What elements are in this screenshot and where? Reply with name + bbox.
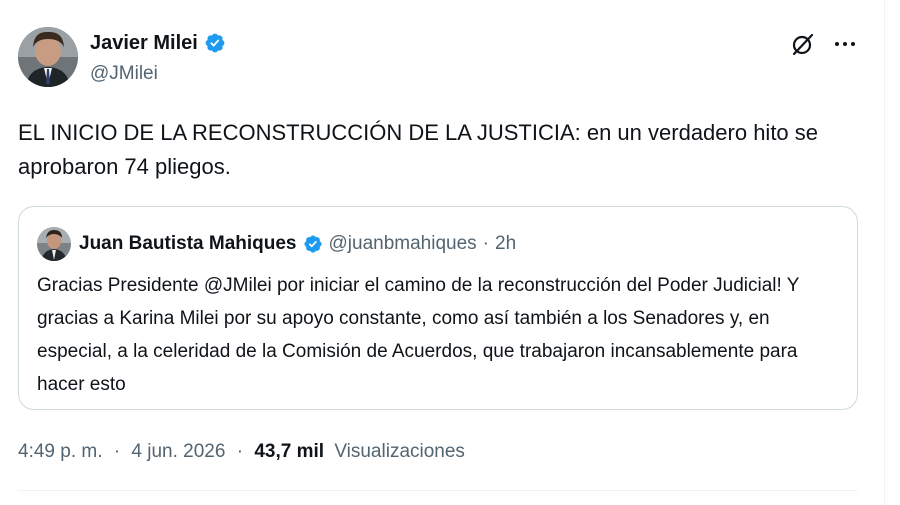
more-options-button[interactable] <box>830 30 860 58</box>
post-date[interactable]: 4 jun. 2026 <box>131 441 225 462</box>
post-time[interactable]: 4:49 p. m. <box>18 441 103 462</box>
verified-badge-icon <box>303 235 322 253</box>
meta-separator: · <box>236 441 244 462</box>
tweet-metadata: 4:49 p. m. · 4 jun. 2026 · 43,7 mil Visu… <box>18 438 465 466</box>
quoted-tweet-text: Gracias Presidente @JMilei por iniciar e… <box>37 275 800 395</box>
grok-icon <box>792 33 814 56</box>
quoted-timestamp[interactable]: 2h <box>495 233 516 255</box>
verified-badge-icon <box>205 33 225 53</box>
author-name[interactable]: Javier Milei <box>90 30 198 56</box>
more-icon <box>835 42 855 46</box>
column-divider <box>884 0 885 505</box>
quoted-header: Juan Bautista Mahiques @juanbmahiques · … <box>79 229 516 259</box>
views-count[interactable]: 43,7 mil <box>254 441 324 462</box>
quoted-author-photo <box>37 227 71 261</box>
tweet-detail: Javier Milei @JMilei EL INICIO DE LA REC… <box>0 0 900 505</box>
quoted-tweet[interactable]: Juan Bautista Mahiques @juanbmahiques · … <box>18 206 858 410</box>
grok-button[interactable] <box>789 30 817 58</box>
author-name-row[interactable]: Javier Milei <box>90 30 226 56</box>
author-handle[interactable]: @JMilei <box>90 62 158 86</box>
quoted-separator: · <box>482 233 489 254</box>
author-photo <box>18 27 78 87</box>
quoted-author-avatar[interactable] <box>37 227 71 261</box>
quoted-author-name[interactable]: Juan Bautista Mahiques <box>79 233 297 255</box>
tweet-text: EL INICIO DE LA RECONSTRUCCIÓN DE LA JUS… <box>18 120 819 179</box>
quoted-author-handle[interactable]: @juanbmahiques <box>329 233 477 255</box>
meta-separator: · <box>113 441 121 462</box>
section-divider <box>18 490 858 491</box>
views-label[interactable]: Visualizaciones <box>334 441 465 462</box>
author-avatar[interactable] <box>18 27 78 87</box>
